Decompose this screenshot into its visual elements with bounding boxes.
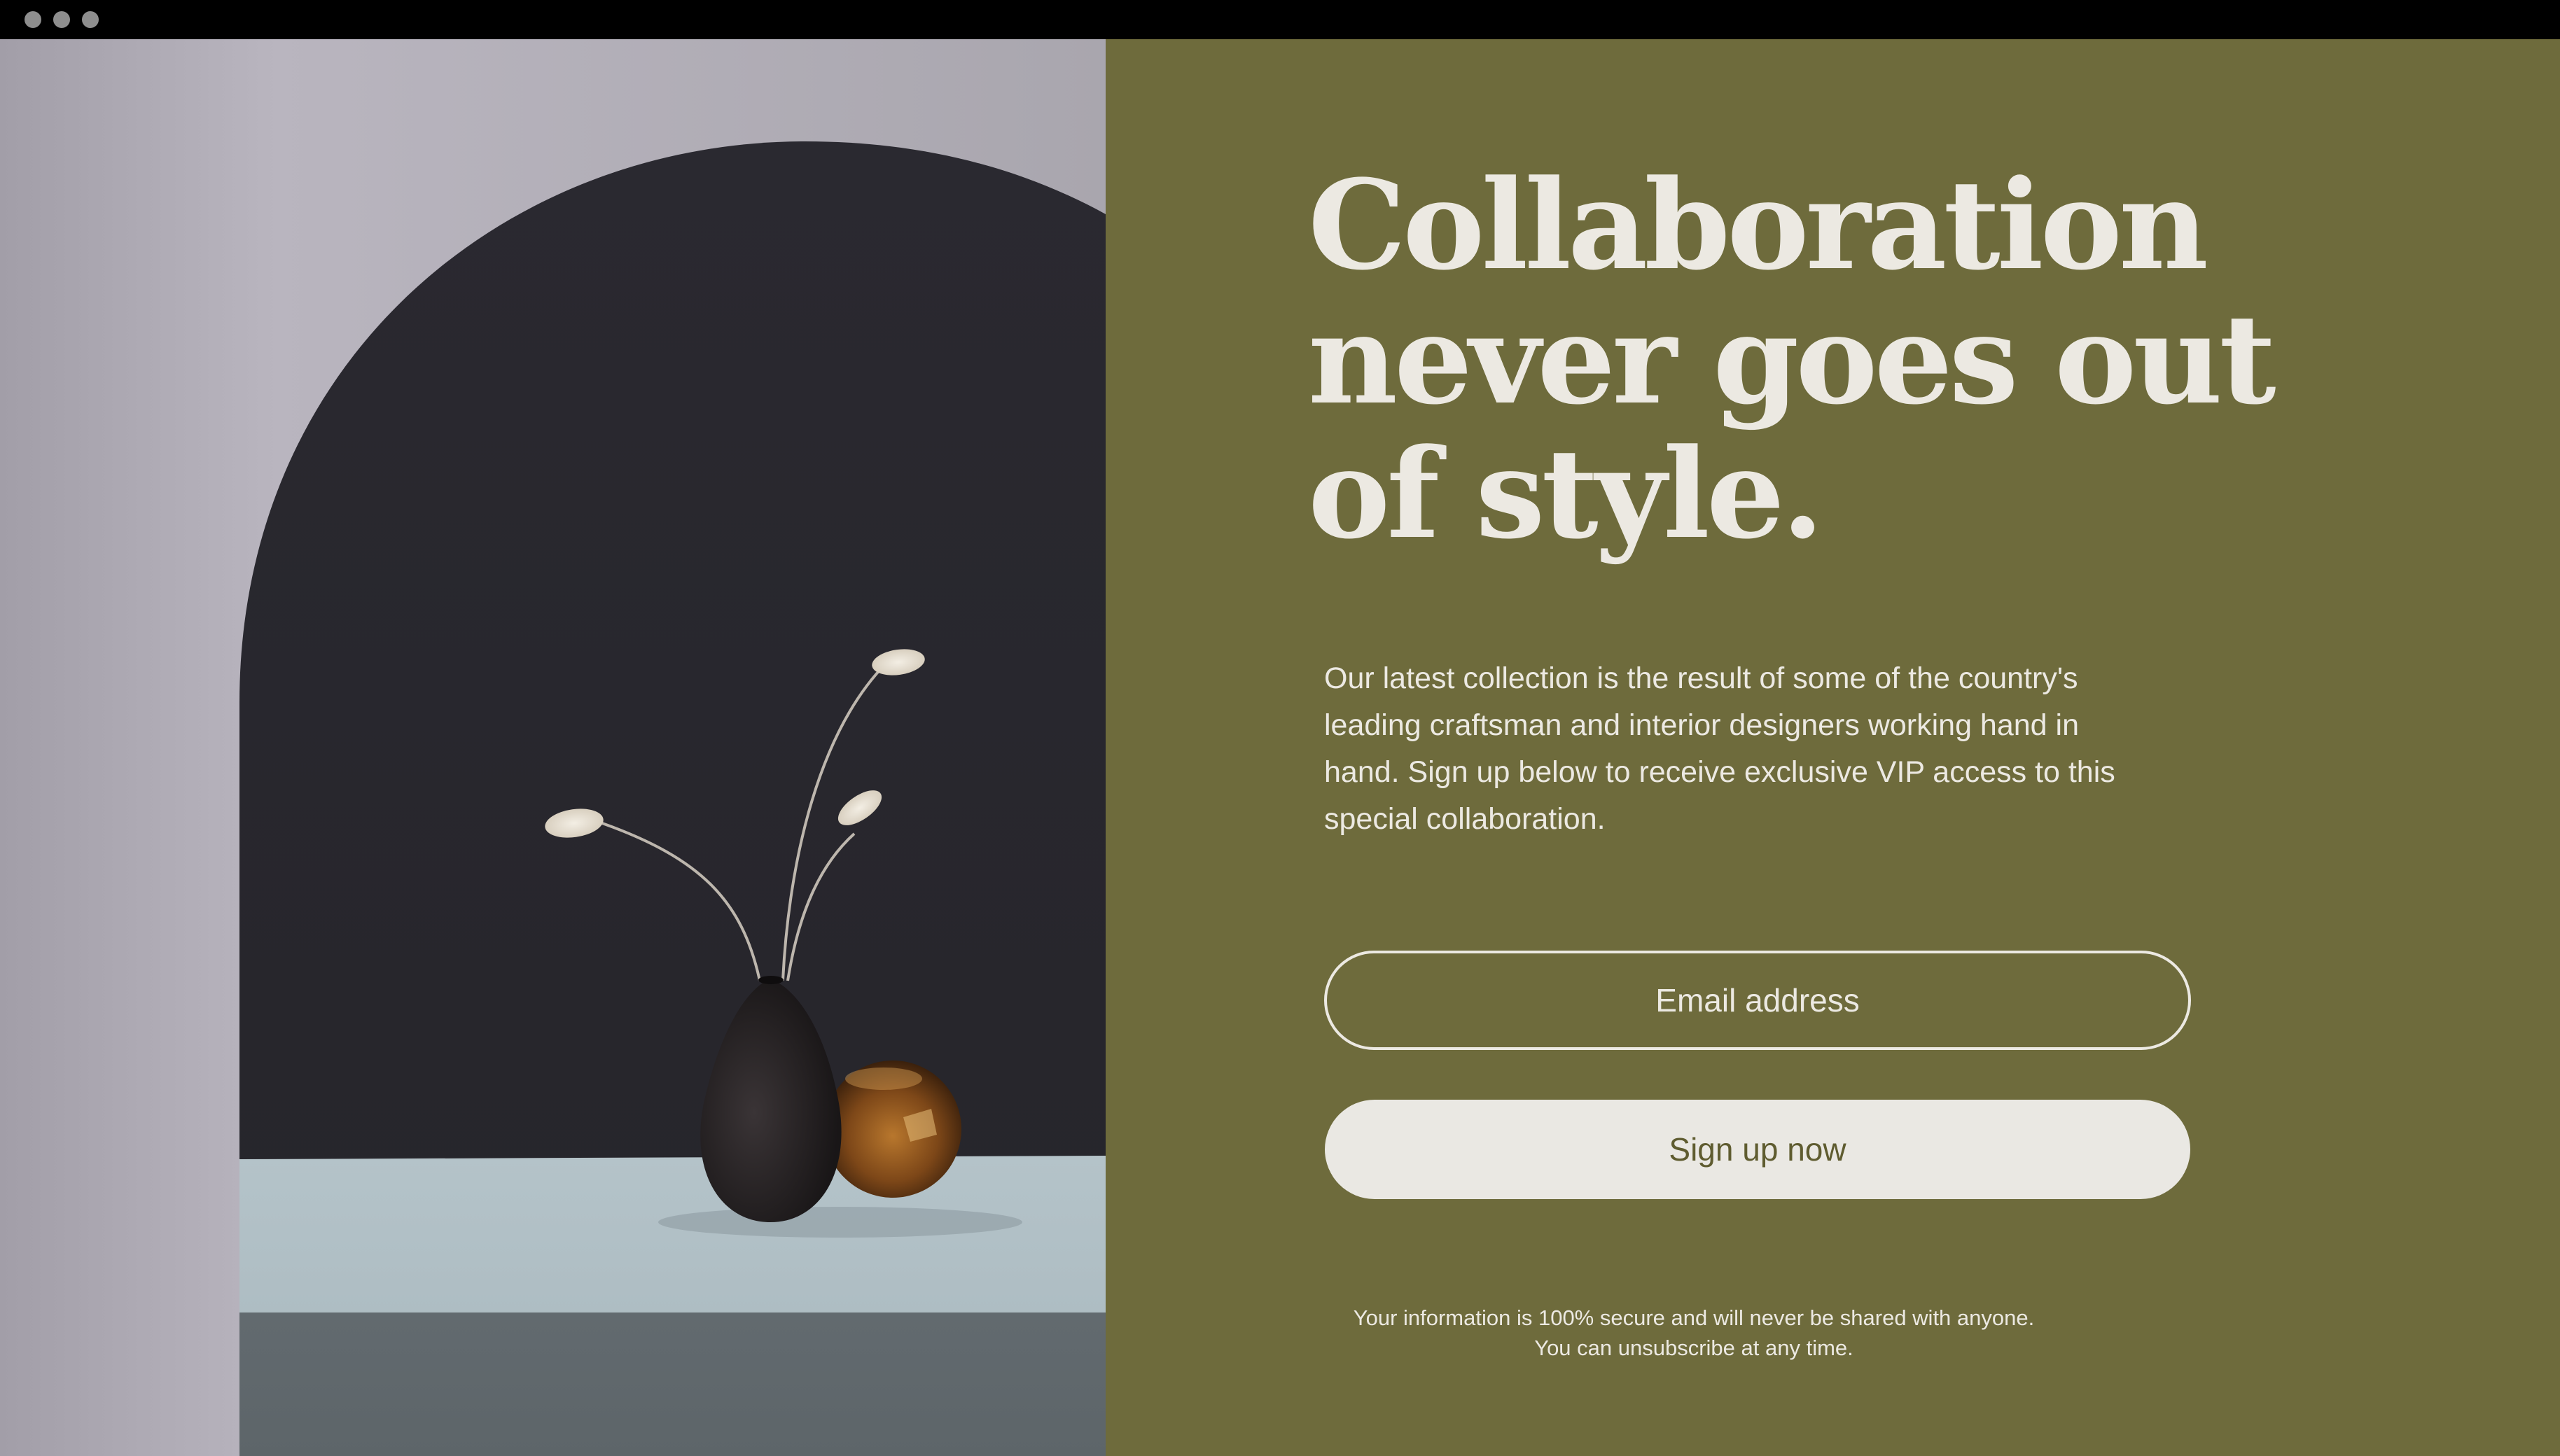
signup-panel: Collaboration never goes out of style. O… (1106, 39, 2560, 1456)
description-line: hand. Sign up below to receive exclusive… (1324, 755, 2115, 789)
headline-line: never goes out (1308, 287, 2276, 432)
window-maximize-dot[interactable] (82, 11, 99, 28)
headline-line: of style. (1308, 421, 1824, 566)
description-line: Our latest collection is the result of s… (1324, 662, 2078, 695)
browser-title-bar (0, 0, 2560, 39)
hero-photo (0, 39, 1106, 1456)
privacy-disclaimer: Your information is 100% secure and will… (1239, 1303, 2149, 1363)
description-line: leading craftsman and interior designers… (1324, 708, 2080, 742)
description-text: Our latest collection is the result of s… (1324, 655, 2234, 843)
window-minimize-dot[interactable] (53, 11, 70, 28)
still-life-illustration (0, 39, 1106, 1456)
window-close-dot[interactable] (25, 11, 41, 28)
disclaimer-line: Your information is 100% secure and will… (1353, 1306, 2035, 1330)
headline-line: Collaboration (1308, 153, 2208, 298)
email-input[interactable] (1324, 951, 2191, 1050)
headline: Collaboration never goes out of style. (1308, 158, 2288, 561)
disclaimer-line: You can unsubscribe at any time. (1534, 1336, 1853, 1360)
description-line: special collaboration. (1324, 802, 1606, 836)
sign-up-button[interactable]: Sign up now (1325, 1100, 2190, 1199)
